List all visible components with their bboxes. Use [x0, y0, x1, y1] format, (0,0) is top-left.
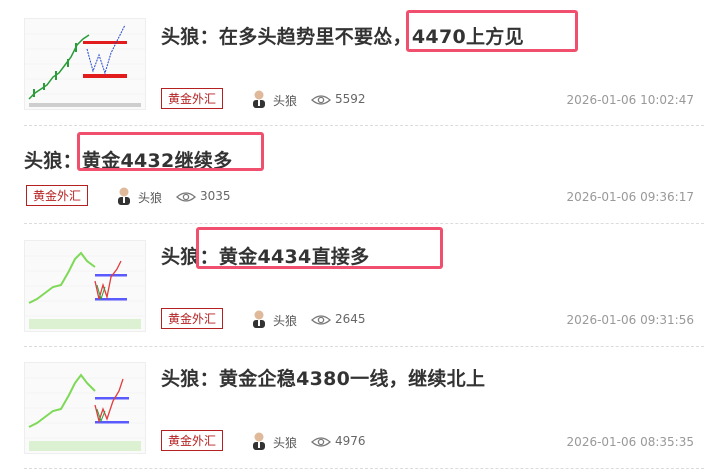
divider — [24, 468, 704, 469]
publish-time: 2026-01-06 08:35:35 — [566, 435, 694, 449]
eye-icon — [311, 437, 331, 447]
chart-thumbnail[interactable] — [24, 18, 146, 110]
author-name[interactable]: 头狼 — [273, 92, 297, 109]
avatar — [253, 432, 265, 450]
candlestick-chart-thumbnail — [25, 24, 145, 107]
eye-icon — [311, 315, 331, 325]
publish-time: 2026-01-06 09:31:56 — [566, 313, 694, 327]
publish-time: 2026-01-06 10:02:47 — [566, 93, 694, 107]
author-name[interactable]: 头狼 — [273, 312, 297, 329]
avatar — [253, 90, 265, 108]
line-chart-thumbnail — [25, 373, 145, 451]
article-title[interactable]: 头狼：黄金企稳4380一线，继续北上 — [161, 364, 485, 391]
view-count: 4976 — [335, 434, 366, 448]
line-chart-thumbnail — [25, 251, 145, 329]
author-name[interactable]: 头狼 — [138, 189, 162, 206]
view-count: 3035 — [200, 189, 231, 203]
view-count: 2645 — [335, 312, 366, 326]
eye-icon — [311, 95, 331, 105]
article-title[interactable]: 头狼：在多头趋势里不要怂，4470上方见 — [161, 22, 524, 49]
chart-thumbnail[interactable] — [24, 362, 146, 454]
chart-thumbnail[interactable] — [24, 240, 146, 332]
divider — [24, 223, 704, 224]
author-name[interactable]: 头狼 — [273, 434, 297, 451]
category-tag[interactable]: 黄金外汇 — [161, 430, 224, 451]
view-count: 5592 — [335, 92, 366, 106]
article-title[interactable]: 头狼：黄金4434直接多 — [161, 242, 369, 269]
category-tag[interactable]: 黄金外汇 — [26, 185, 89, 206]
divider — [24, 125, 704, 126]
avatar — [253, 310, 265, 328]
avatar — [118, 187, 130, 205]
category-tag[interactable]: 黄金外汇 — [161, 88, 224, 109]
article-title[interactable]: 头狼：黄金4432继续多 — [24, 146, 232, 173]
category-tag[interactable]: 黄金外汇 — [161, 308, 224, 329]
eye-icon — [176, 192, 196, 202]
publish-time: 2026-01-06 09:36:17 — [566, 190, 694, 204]
divider — [24, 346, 704, 347]
